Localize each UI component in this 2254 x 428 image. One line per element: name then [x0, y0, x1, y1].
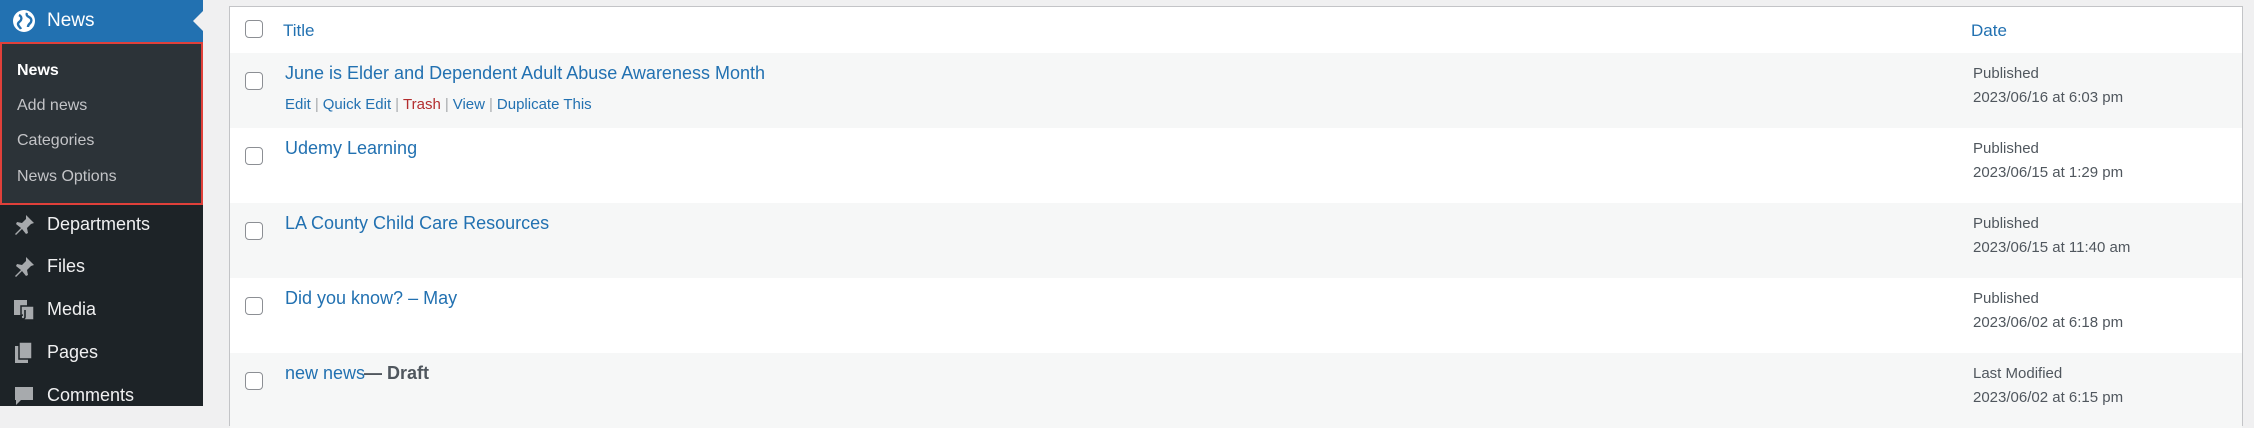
- column-title-header[interactable]: Title: [283, 21, 315, 41]
- post-status: Last Modified: [1973, 365, 2063, 382]
- sidebar-item-comments[interactable]: Comments: [0, 376, 203, 416]
- sidebar-item-media[interactable]: Media: [0, 290, 203, 330]
- post-date: 2023/06/02 at 6:15 pm: [1973, 389, 2124, 406]
- post-title-link[interactable]: June is Elder and Dependent Adult Abuse …: [285, 63, 765, 84]
- post-title-link[interactable]: LA County Child Care Resources: [285, 213, 549, 234]
- row-checkbox[interactable]: [245, 297, 263, 315]
- action-separator: |: [488, 96, 493, 113]
- row-actions: Edit | Quick Edit | Trash | View | Duplicate Thi…: [285, 96, 592, 113]
- table-header: Title Date: [230, 7, 2242, 54]
- submenu-item-categories[interactable]: Categories: [17, 132, 94, 150]
- table-row: Did you know? – May Published 2023/06/02…: [230, 278, 2242, 353]
- column-date-header[interactable]: Date: [1971, 21, 2007, 41]
- post-status: Published: [1973, 215, 2039, 232]
- row-checkbox[interactable]: [245, 372, 263, 390]
- pages-icon: [15, 341, 33, 363]
- action-separator: |: [395, 96, 400, 113]
- sidebar-item-label: Pages: [47, 342, 99, 362]
- edit-link[interactable]: Edit: [285, 96, 311, 113]
- row-checkbox[interactable]: [245, 72, 263, 90]
- sidebar-item-pages[interactable]: Pages: [0, 333, 203, 373]
- sidebar-item-label: Files: [47, 256, 86, 276]
- post-state-label: — Draft: [364, 363, 430, 383]
- sidebar-item-label: Media: [47, 299, 97, 319]
- post-status: Published: [1973, 65, 2039, 82]
- sidebar-item-files[interactable]: Files: [0, 247, 203, 287]
- globe-icon: [13, 10, 35, 32]
- post-date: 2023/06/15 at 1:29 pm: [1973, 164, 2124, 181]
- table-row: June is Elder and Dependent Adult Abuse …: [230, 53, 2242, 128]
- quick-edit-link[interactable]: Quick Edit: [323, 96, 391, 113]
- table-row: new news — Draft Last Modified 2023/06/0…: [230, 353, 2242, 428]
- submenu-item-add-news[interactable]: Add news: [17, 97, 87, 115]
- posts-table: Title Date June is Elder and Dependent A…: [229, 6, 2243, 428]
- sidebar-item-label: Departments: [47, 214, 151, 234]
- submenu-item-news[interactable]: News: [17, 62, 59, 80]
- pin-icon: [15, 215, 34, 235]
- comment-icon: [15, 387, 33, 405]
- view-link[interactable]: View: [453, 96, 485, 113]
- submenu-item-news-options[interactable]: News Options: [17, 168, 117, 186]
- duplicate-link[interactable]: Duplicate This: [497, 96, 592, 113]
- table-row: LA County Child Care Resources Published…: [230, 203, 2242, 278]
- news-submenu: News Add news Categories News Options: [0, 42, 203, 205]
- action-separator: |: [314, 96, 319, 113]
- post-status: Published: [1973, 290, 2039, 307]
- action-separator: |: [444, 96, 449, 113]
- sidebar-item-label: News: [47, 10, 95, 31]
- table-row: Udemy Learning Published 2023/06/15 at 1…: [230, 128, 2242, 203]
- select-all-checkbox[interactable]: [245, 20, 263, 38]
- post-date: 2023/06/16 at 6:03 pm: [1973, 89, 2124, 106]
- media-icon: [14, 300, 35, 321]
- sidebar-item-label: Comments: [47, 385, 135, 405]
- sidebar-item-departments[interactable]: Departments: [0, 205, 203, 245]
- post-date: 2023/06/02 at 6:18 pm: [1973, 314, 2124, 331]
- post-title-link[interactable]: Did you know? – May: [285, 288, 457, 309]
- row-checkbox[interactable]: [245, 222, 263, 240]
- row-checkbox[interactable]: [245, 147, 263, 165]
- pin-icon: [15, 257, 34, 277]
- admin-sidebar: News News Add news Categories News Optio…: [0, 0, 203, 406]
- post-date: 2023/06/15 at 11:40 am: [1973, 239, 2131, 256]
- sidebar-item-news[interactable]: News: [0, 0, 203, 42]
- current-menu-arrow: [193, 11, 203, 31]
- trash-link[interactable]: Trash: [403, 96, 441, 113]
- post-status: Published: [1973, 140, 2039, 157]
- post-title-link[interactable]: new news: [285, 363, 365, 384]
- post-title-link[interactable]: Udemy Learning: [285, 138, 417, 159]
